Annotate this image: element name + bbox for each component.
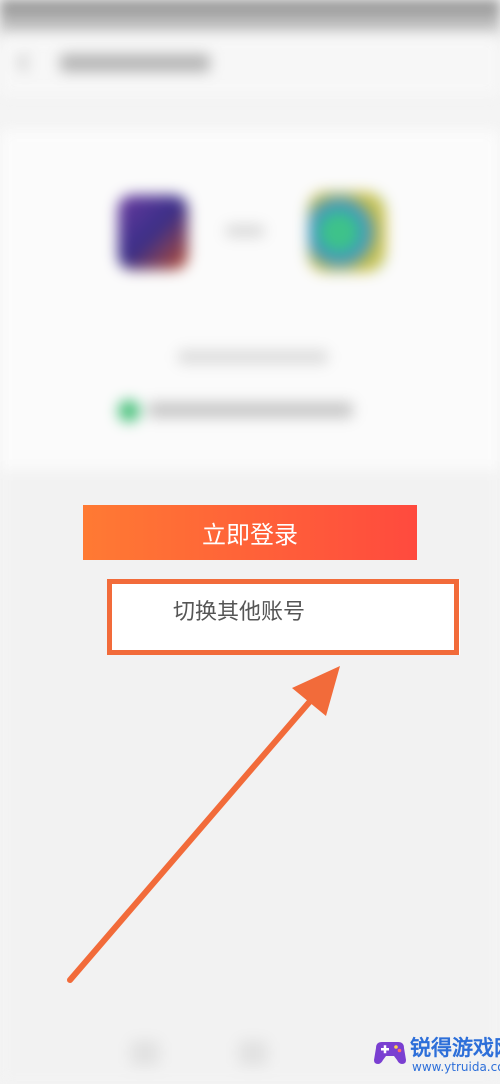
authorization-card bbox=[0, 130, 500, 470]
bottom-area bbox=[0, 470, 500, 1084]
agreement-text-blurred bbox=[148, 402, 353, 418]
login-now-label: 立即登录 bbox=[202, 521, 298, 549]
watermark-name: 锐得游戏网 bbox=[410, 1036, 500, 1060]
checkbox-icon[interactable] bbox=[118, 400, 140, 422]
link-icon bbox=[225, 225, 265, 237]
app-logo-icon bbox=[118, 195, 188, 270]
nav-icon-1[interactable] bbox=[130, 1040, 160, 1066]
account-app-logo-icon bbox=[308, 192, 386, 272]
account-name-blurred bbox=[178, 350, 328, 364]
watermark: 锐得游戏网 www.ytruida.com bbox=[370, 1028, 500, 1084]
back-arrow-icon[interactable] bbox=[14, 52, 34, 72]
login-now-button[interactable]: 立即登录 bbox=[83, 505, 417, 560]
gamepad-logo-icon bbox=[374, 1042, 406, 1064]
watermark-url: www.ytruida.com bbox=[412, 1060, 500, 1074]
nav-icon-2[interactable] bbox=[238, 1040, 268, 1066]
page-title-blurred bbox=[60, 54, 210, 72]
annotation-highlight-box bbox=[107, 579, 459, 655]
